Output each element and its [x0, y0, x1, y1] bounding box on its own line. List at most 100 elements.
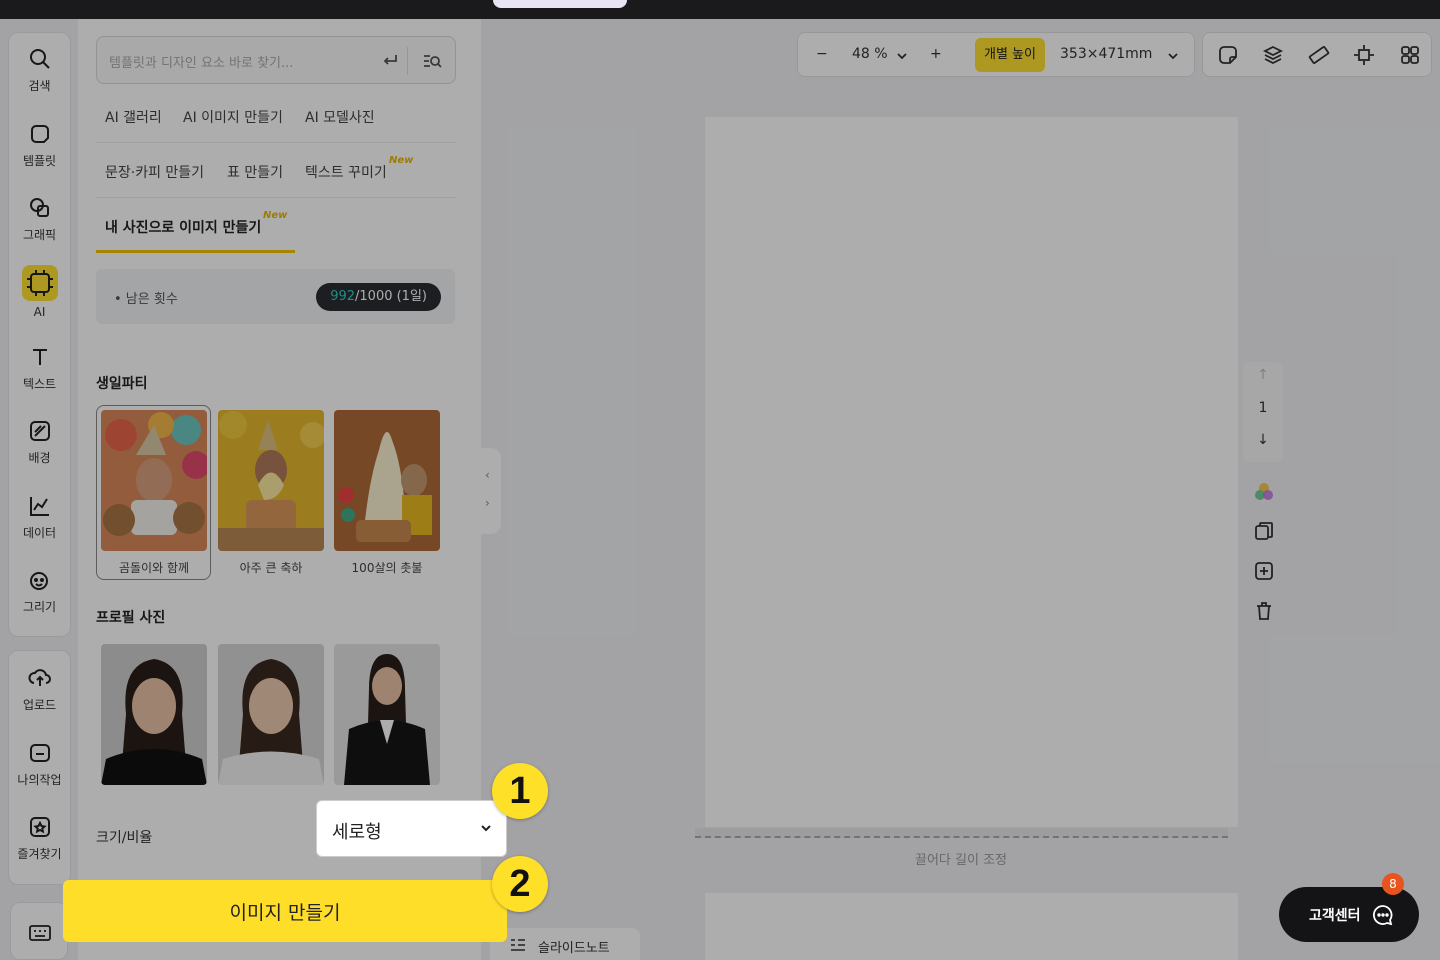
- layers-icon[interactable]: [1262, 44, 1284, 66]
- chevron-down-icon[interactable]: [1167, 50, 1179, 62]
- thumb-profile-1[interactable]: [101, 644, 207, 785]
- left-rail: 검색 템플릿 그래픽 AI 텍스트 배경 데이터 그리기: [8, 32, 71, 637]
- upload-icon: [27, 669, 51, 686]
- birthday-photo-3: [334, 410, 440, 551]
- tab-text-decorate[interactable]: 텍스트 꾸미기: [305, 162, 387, 182]
- filter-search-icon[interactable]: [422, 51, 442, 71]
- trash-icon[interactable]: [1253, 600, 1275, 622]
- chevron-down-icon: [481, 825, 491, 832]
- rail-item-graphic[interactable]: 그래픽: [9, 196, 70, 243]
- thumb-caption: 아주 큰 축하: [239, 561, 303, 575]
- thumb-profile-3[interactable]: [334, 644, 440, 785]
- ai-chip-icon: [21, 265, 58, 301]
- chevron-down-icon[interactable]: [896, 50, 908, 62]
- chevron-right-icon: ›: [485, 496, 490, 510]
- thumb-caption: 100살의 촛불: [351, 561, 423, 575]
- keyboard-shortcut-button[interactable]: [10, 902, 68, 960]
- ai-nav-row-3: 내 사진으로 이미지 만들기 New: [96, 198, 456, 253]
- enter-icon[interactable]: [380, 51, 400, 71]
- tab-copywriting[interactable]: 문장·카피 만들기: [105, 162, 204, 182]
- page-number: 1: [1258, 400, 1268, 416]
- page-up-icon[interactable]: ↑: [1243, 367, 1283, 383]
- top-bar: [0, 0, 1440, 19]
- birthday-photo-1: [101, 410, 207, 551]
- keyboard-icon: [29, 925, 51, 941]
- make-image-button[interactable]: 이미지 만들기: [63, 880, 507, 942]
- step-badge-1: 1: [492, 763, 548, 819]
- rail-item-data[interactable]: 데이터: [9, 494, 70, 541]
- thumb-bear-party[interactable]: [101, 410, 207, 551]
- sticker-icon[interactable]: [1217, 44, 1239, 66]
- tab-make-table[interactable]: 표 만들기: [227, 162, 283, 182]
- search-divider: [407, 47, 408, 75]
- active-tab[interactable]: [493, 0, 627, 8]
- search-input[interactable]: 템플릿과 디자인 요소 바로 찾기...: [96, 36, 456, 84]
- thumb-100th-candles[interactable]: [334, 410, 440, 551]
- rail-item-draw[interactable]: 그리기: [9, 568, 70, 615]
- rail-item-upload[interactable]: 업로드: [9, 666, 70, 713]
- new-badge: New: [389, 155, 414, 166]
- rail-item-ai[interactable]: AI: [9, 265, 70, 319]
- rail-item-search[interactable]: 검색: [9, 47, 70, 94]
- tab-ai-gallery[interactable]: AI 갤러리: [105, 107, 162, 127]
- thumb-profile-2[interactable]: [218, 644, 324, 785]
- rail-item-favorite[interactable]: 즐겨찾기: [9, 815, 70, 862]
- page-navigator: ↑ 1 ↓: [1243, 362, 1283, 462]
- canvas-page-next[interactable]: [705, 893, 1238, 960]
- tab-ai-model-photo[interactable]: AI 모델사진: [305, 107, 375, 127]
- panel-collapse-handle[interactable]: ‹ ›: [479, 448, 501, 534]
- zoom-in-button[interactable]: +: [930, 46, 942, 62]
- page-dimensions[interactable]: 353×471mm: [1060, 46, 1152, 62]
- my-work-icon: [29, 744, 50, 762]
- search-icon: [29, 49, 50, 69]
- rail-item-background[interactable]: 배경: [9, 419, 70, 466]
- ai-nav-row-2: 문장·카피 만들기 표 만들기 텍스트 꾸미기 New: [96, 143, 456, 198]
- favorite-icon: [29, 817, 50, 837]
- duplicate-icon[interactable]: [1253, 520, 1275, 542]
- new-badge: New: [263, 210, 288, 221]
- birthday-section-title: 생일파티: [96, 376, 148, 392]
- thumb-caption: 곰돌이와 함께: [118, 561, 190, 575]
- customer-center-button[interactable]: 고객센터: [1279, 887, 1419, 942]
- page-down-icon[interactable]: ↓: [1243, 432, 1283, 448]
- ai-nav-row-1: AI 갤러리 AI 이미지 만들기 AI 모델사진: [96, 88, 456, 143]
- rail-item-text[interactable]: 텍스트: [9, 345, 70, 392]
- thumb-big-celebration[interactable]: [218, 410, 324, 551]
- canvas-page[interactable]: [705, 117, 1238, 827]
- canvas-tools: [1202, 32, 1432, 77]
- tab-ai-image[interactable]: AI 이미지 만들기: [183, 107, 283, 127]
- birthday-photo-2: [218, 410, 324, 551]
- step-badge-2: 2: [492, 856, 548, 912]
- remaining-count-box: • 남은 횟수 992/1000 (1일): [96, 269, 455, 324]
- fit-icon[interactable]: [1353, 44, 1375, 66]
- zoom-value[interactable]: 48 %: [852, 46, 888, 62]
- chevron-left-icon: ‹: [485, 468, 490, 482]
- zoom-out-button[interactable]: −: [816, 46, 828, 62]
- ruler-icon[interactable]: [1308, 44, 1330, 66]
- add-page-icon[interactable]: [1253, 560, 1275, 582]
- individual-height-chip[interactable]: 개별 높이: [975, 38, 1045, 72]
- tab-photo-to-image[interactable]: 내 사진으로 이미지 만들기: [105, 217, 261, 237]
- chart-icon: [29, 497, 49, 516]
- slide-note-tab[interactable]: 슬라이드노트: [490, 928, 640, 960]
- zoom-toolbar: − 48 % + 개별 높이 353×471mm: [797, 32, 1195, 77]
- grid-view-icon[interactable]: [1399, 44, 1421, 66]
- rail-item-template[interactable]: 템플릿: [9, 122, 70, 169]
- background-icon: [29, 421, 50, 441]
- color-palette-icon[interactable]: [1253, 481, 1275, 503]
- profile-photo-2: [218, 644, 324, 785]
- size-ratio-select[interactable]: 세로형: [316, 800, 507, 857]
- profile-photo-1: [101, 644, 207, 785]
- rail-item-my-work[interactable]: 나의작업: [9, 741, 70, 788]
- size-ratio-label: 크기/비율: [96, 830, 153, 846]
- text-icon: [32, 349, 47, 365]
- chat-bubble-icon: [1372, 905, 1393, 926]
- resize-label: 끌어다 길이 조정: [915, 853, 1007, 868]
- draw-icon: [29, 572, 48, 590]
- remaining-count-badge: 992/1000 (1일): [316, 283, 441, 311]
- profile-section-title: 프로필 사진: [96, 610, 166, 626]
- note-list-icon: [511, 939, 525, 951]
- page-resize-handle[interactable]: [695, 828, 1228, 838]
- template-icon: [30, 125, 49, 143]
- active-tab-underline: [96, 250, 295, 253]
